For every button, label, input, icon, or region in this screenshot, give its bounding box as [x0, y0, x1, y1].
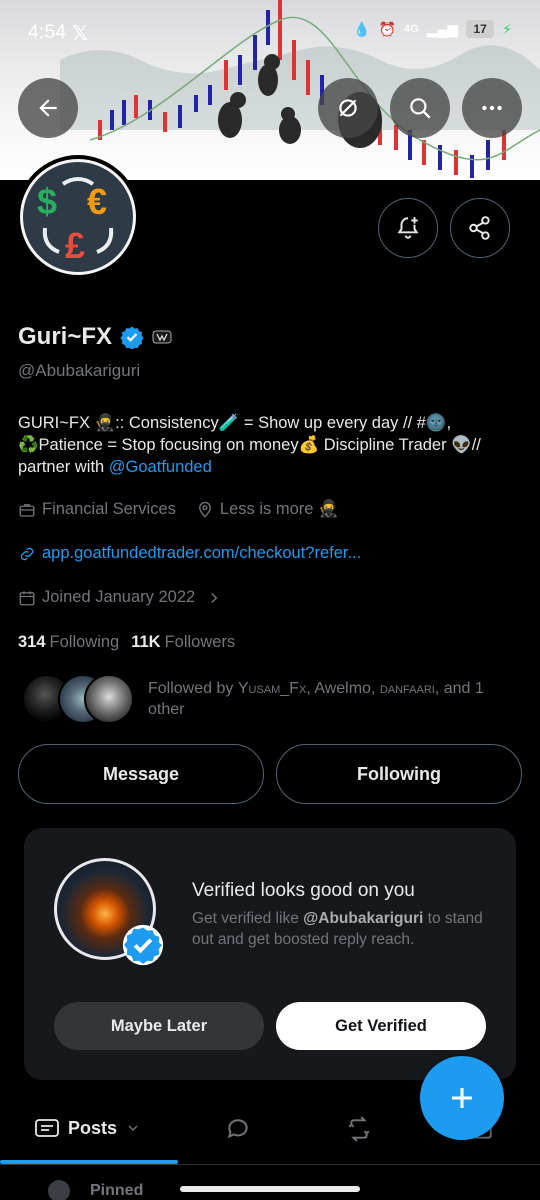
- currency-exchange-icon: $ € £: [37, 177, 114, 266]
- grok-icon: [339, 99, 357, 117]
- signal-icon: ▂▄▆: [426, 20, 459, 37]
- following-count: 314: [18, 633, 46, 651]
- location-pin-icon: [198, 501, 211, 518]
- following-stat[interactable]: 314 Following: [18, 633, 119, 652]
- status-time: 4:54: [28, 22, 67, 43]
- bell-plus-icon: [397, 217, 419, 239]
- profile-category: Financial Services: [42, 500, 176, 518]
- currency-logo: $ € £: [20, 159, 136, 275]
- promo-title: Verified looks good on you: [192, 880, 415, 901]
- profile-stats: 314 Following 11K Followers: [18, 633, 235, 652]
- followers-count: 11K: [131, 633, 161, 651]
- profile-handle: @Abubakariguri: [18, 361, 141, 380]
- verified-badge-icon: [122, 924, 164, 966]
- verified-promo-card: Verified looks good on you Get verified …: [24, 828, 516, 1080]
- tab-posts[interactable]: Posts: [34, 1116, 141, 1140]
- svg-text:€: €: [87, 181, 107, 222]
- followed-by-name: Yusam_Fx: [237, 680, 307, 697]
- followed-by-section[interactable]: Followed by Yusam_Fx, Awelmo, danfaari, …: [22, 674, 527, 726]
- profile-website-link[interactable]: app.goatfundedtrader.com/checkout?refer.…: [42, 544, 361, 563]
- briefcase-icon: [19, 503, 35, 517]
- data-saver-icon: 💧: [353, 20, 371, 37]
- following-stat-label: Following: [49, 633, 120, 651]
- affiliate-badge-icon[interactable]: [152, 330, 172, 344]
- calendar-icon: [19, 590, 35, 605]
- profile-name: Guri~FX: [18, 323, 113, 350]
- pin-icon: [48, 1180, 70, 1200]
- bio-mention-link[interactable]: @Goatfunded: [109, 458, 212, 476]
- compose-post-button[interactable]: [420, 1056, 504, 1140]
- tab-divider: [0, 1164, 540, 1165]
- followed-by-name: danfaari: [379, 680, 435, 697]
- svg-text:£: £: [65, 225, 85, 266]
- followers-stat[interactable]: 11K Followers: [131, 633, 235, 652]
- profile-website-row[interactable]: app.goatfundedtrader.com/checkout?refer.…: [18, 544, 361, 563]
- promo-sub-handle: @Abubakariguri: [303, 910, 424, 927]
- maybe-later-button[interactable]: Maybe Later: [54, 1002, 264, 1050]
- profile-bio: GURI~FX 🥷:: Consistency🧪 = Show up every…: [18, 412, 523, 478]
- charging-icon: ⚡: [502, 20, 512, 37]
- promo-subtitle: Get verified like @Abubakariguri to stan…: [192, 908, 492, 950]
- arrow-left-icon: [39, 99, 57, 117]
- status-icons: 💧 ⏰ 4G ▂▄▆ 17 ⚡: [353, 20, 512, 38]
- alarm-icon: ⏰: [378, 20, 397, 37]
- home-indicator[interactable]: [180, 1186, 360, 1192]
- svg-text:$: $: [37, 181, 57, 222]
- more-dots-icon: [482, 105, 502, 111]
- share-button[interactable]: [450, 198, 510, 258]
- plus-icon: [452, 1088, 472, 1108]
- network-label: 4G: [404, 23, 419, 35]
- follower-avatar: [84, 674, 134, 724]
- grok-button[interactable]: [318, 78, 378, 138]
- following-button[interactable]: Following: [276, 744, 522, 804]
- profile-avatar[interactable]: $ € £: [16, 155, 140, 279]
- battery-icon: 17: [466, 20, 495, 38]
- profile-name-row: Guri~FX: [18, 323, 172, 351]
- bio-text: GURI~FX 🥷:: Consistency🧪 = Show up every…: [18, 414, 481, 476]
- promo-sub-prefix: Get verified like: [192, 910, 304, 927]
- tab-replies[interactable]: [224, 1116, 252, 1142]
- notifications-button[interactable]: [378, 198, 438, 258]
- back-button[interactable]: [18, 78, 78, 138]
- link-icon: [20, 547, 34, 560]
- followed-by-text: Followed by Yusam_Fx, Awelmo, danfaari, …: [148, 680, 484, 718]
- share-icon: [469, 216, 490, 240]
- followed-by-name: Awelmo: [314, 680, 371, 697]
- followed-by-prefix: Followed by: [148, 680, 238, 697]
- profile-joined: Joined January 2022: [42, 588, 196, 606]
- profile-joined-row[interactable]: Joined January 2022: [18, 588, 223, 607]
- verified-badge-icon[interactable]: [120, 325, 144, 349]
- followers-stat-label: Followers: [164, 633, 236, 651]
- pinned-label: Pinned: [90, 1182, 144, 1199]
- x-logo-icon: 𝕏: [72, 23, 89, 45]
- tab-posts-label: Posts: [68, 1117, 118, 1138]
- get-verified-button[interactable]: Get Verified: [276, 1002, 486, 1050]
- pinned-post-header: Pinned: [48, 1180, 143, 1200]
- profile-location: Less is more 🥷: [219, 500, 339, 518]
- chevron-down-icon: [128, 1125, 138, 1131]
- repost-icon: [348, 1116, 370, 1142]
- more-button[interactable]: [462, 78, 522, 138]
- chevron-right-icon: [211, 592, 218, 603]
- profile-meta-row: Financial Services Less is more 🥷: [18, 500, 339, 519]
- search-button[interactable]: [390, 78, 450, 138]
- message-button[interactable]: Message: [18, 744, 264, 804]
- search-icon: [410, 98, 431, 119]
- posts-icon: [35, 1119, 59, 1137]
- status-bar: 4:54 𝕏 💧 ⏰ 4G ▂▄▆ 17 ⚡: [0, 0, 540, 68]
- reply-bubble-icon: [227, 1119, 248, 1139]
- tab-reposts[interactable]: [344, 1116, 374, 1142]
